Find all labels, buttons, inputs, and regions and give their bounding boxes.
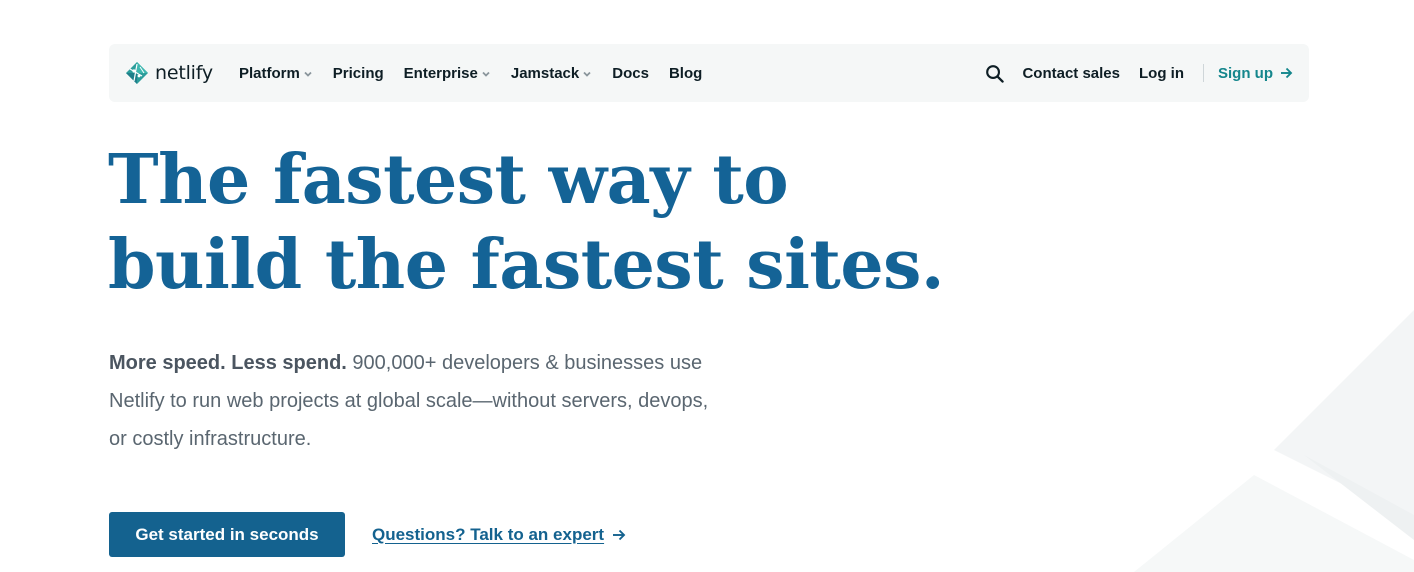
sign-up-link[interactable]: Sign up xyxy=(1218,65,1293,82)
search-button[interactable] xyxy=(983,62,1005,84)
logo-wordmark: netlify xyxy=(155,62,213,84)
hero-description: More speed. Less spend. 900,000+ develop… xyxy=(109,344,729,458)
chevron-down-icon xyxy=(304,71,312,77)
chevron-down-icon xyxy=(482,71,490,77)
nav-item-jamstack[interactable]: Jamstack xyxy=(511,65,592,82)
nav-right: Contact sales Log in Sign up xyxy=(983,62,1293,84)
nav-item-label: Platform xyxy=(238,64,300,82)
arrow-right-icon xyxy=(1281,67,1293,79)
talk-to-expert-label: Questions? Talk to an expert xyxy=(372,524,605,544)
nav-item-pricing[interactable]: Pricing xyxy=(333,65,384,82)
contact-sales-link[interactable]: Contact sales xyxy=(1022,65,1120,82)
background-decoration xyxy=(1134,310,1414,572)
nav-item-docs[interactable]: Docs xyxy=(612,65,649,82)
nav-divider xyxy=(1203,64,1204,82)
arrow-right-icon xyxy=(613,529,626,540)
nav-item-label: Pricing xyxy=(332,64,384,82)
nav-item-label: Blog xyxy=(668,64,703,82)
nav-item-label: Jamstack xyxy=(510,64,580,82)
get-started-button[interactable]: Get started in seconds xyxy=(109,512,345,557)
nav-item-platform[interactable]: Platform xyxy=(239,65,313,82)
hero-headline: The fastest way to build the fastest sit… xyxy=(108,138,945,308)
netlify-logo[interactable]: netlify xyxy=(125,61,213,85)
nav-links: Platform Pricing Enterprise Jamstack Doc… xyxy=(239,65,702,82)
hero-headline-line-1: The fastest way to xyxy=(108,140,789,220)
chevron-down-icon xyxy=(583,71,591,77)
page: netlify Platform Pricing Enterprise Jams… xyxy=(0,0,1414,572)
nav-item-label: Enterprise xyxy=(403,64,478,82)
talk-to-expert-link[interactable]: Questions? Talk to an expert xyxy=(372,525,626,545)
hero-cta-row: Get started in seconds Questions? Talk t… xyxy=(109,512,626,557)
log-in-link[interactable]: Log in xyxy=(1139,65,1184,82)
nav-item-label: Docs xyxy=(612,64,649,82)
hero-description-emphasis: More speed. Less spend. xyxy=(109,352,347,374)
nav-item-blog[interactable]: Blog xyxy=(669,65,702,82)
search-icon xyxy=(986,64,1004,83)
hero-headline-line-2: build the fastest sites. xyxy=(108,225,945,305)
sign-up-label: Sign up xyxy=(1218,64,1273,82)
nav-item-enterprise[interactable]: Enterprise xyxy=(404,65,491,82)
top-navigation: netlify Platform Pricing Enterprise Jams… xyxy=(109,44,1309,102)
netlify-diamond-logo-icon xyxy=(126,62,148,84)
